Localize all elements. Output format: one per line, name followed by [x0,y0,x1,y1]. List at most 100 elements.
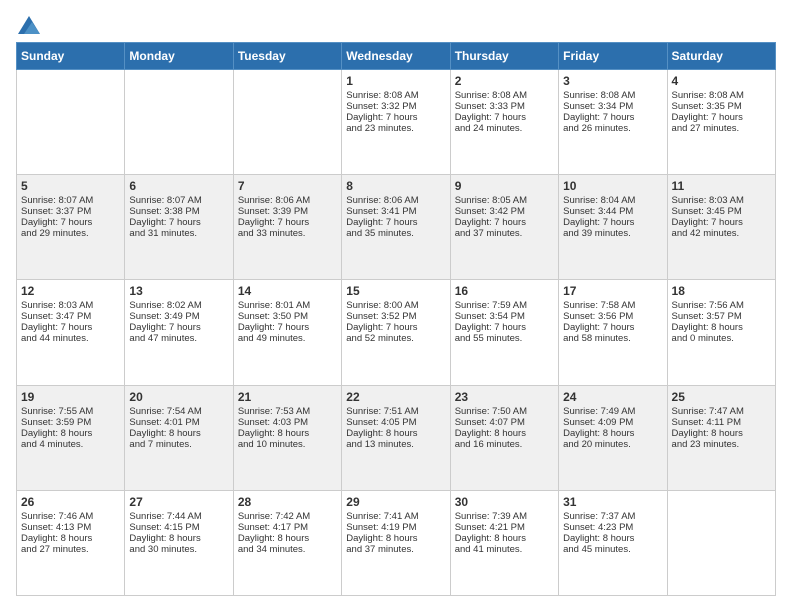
day-number: 14 [238,284,337,298]
day-info: Daylight: 8 hours [672,322,771,333]
day-info: Daylight: 7 hours [346,112,445,123]
day-info: Sunset: 4:03 PM [238,417,337,428]
day-info: Daylight: 8 hours [129,428,228,439]
day-info: Daylight: 7 hours [346,217,445,228]
calendar-cell [667,490,775,595]
calendar-cell: 5Sunrise: 8:07 AMSunset: 3:37 PMDaylight… [17,175,125,280]
day-number: 24 [563,390,662,404]
day-number: 15 [346,284,445,298]
calendar-cell: 17Sunrise: 7:58 AMSunset: 3:56 PMDayligh… [559,280,667,385]
day-info: Daylight: 7 hours [563,112,662,123]
day-info: Sunrise: 7:49 AM [563,406,662,417]
day-info: Daylight: 7 hours [455,217,554,228]
calendar-week-5: 26Sunrise: 7:46 AMSunset: 4:13 PMDayligh… [17,490,776,595]
day-info: and 52 minutes. [346,333,445,344]
day-info: and 10 minutes. [238,439,337,450]
day-info: Sunrise: 8:07 AM [129,195,228,206]
calendar-cell: 24 Sunrise: 7:49 AMSunset: 4:09 PMDayligh… [559,385,667,490]
calendar-cell [233,70,341,175]
day-number: 8 [346,179,445,193]
calendar-cell: 22Sunrise: 7:51 AMSunset: 4:05 PMDayligh… [342,385,450,490]
day-info: Sunset: 3:37 PM [21,206,120,217]
calendar-cell: 4Sunrise: 8:08 AMSunset: 3:35 PMDaylight… [667,70,775,175]
day-number: 20 [129,390,228,404]
day-info: and 23 minutes. [672,439,771,450]
calendar-cell: 15Sunrise: 8:00 AMSunset: 3:52 PMDayligh… [342,280,450,385]
day-number: 28 [238,495,337,509]
calendar-cell: 11Sunrise: 8:03 AMSunset: 3:45 PMDayligh… [667,175,775,280]
day-info: Sunrise: 7:51 AM [346,406,445,417]
day-info: Sunset: 4:13 PM [21,522,120,533]
day-info: Sunrise: 8:08 AM [672,90,771,101]
day-info: Sunset: 3:34 PM [563,101,662,112]
day-info: Daylight: 8 hours [455,428,554,439]
day-info: Sunrise: 8:06 AM [238,195,337,206]
day-number: 4 [672,74,771,88]
calendar-cell: 27Sunrise: 7:44 AMSunset: 4:15 PMDayligh… [125,490,233,595]
calendar-header-row: SundayMondayTuesdayWednesdayThursdayFrid… [17,43,776,70]
calendar-cell: 30Sunrise: 7:39 AMSunset: 4:21 PMDayligh… [450,490,558,595]
calendar-cell: 26Sunrise: 7:46 AMSunset: 4:13 PMDayligh… [17,490,125,595]
logo [16,16,40,32]
day-info: and 27 minutes. [21,544,120,555]
day-number: 30 [455,495,554,509]
day-number: 21 [238,390,337,404]
weekday-header-wednesday: Wednesday [342,43,450,70]
day-info: Sunrise: 8:06 AM [346,195,445,206]
day-info: Sunset: 4:05 PM [346,417,445,428]
day-number: 2 [455,74,554,88]
day-info: and 34 minutes. [238,544,337,555]
day-info: Daylight: 8 hours [129,533,228,544]
page: SundayMondayTuesdayWednesdayThursdayFrid… [0,0,792,612]
day-info: and 27 minutes. [672,123,771,134]
day-info: Sunset: 3:47 PM [21,311,120,322]
day-info: and 29 minutes. [21,228,120,239]
logo-icon [18,16,40,34]
day-info: and 44 minutes. [21,333,120,344]
day-info: and 42 minutes. [672,228,771,239]
day-info: Sunset: 3:38 PM [129,206,228,217]
day-info: Sunrise: 7:55 AM [21,406,120,417]
day-info: Sunrise: 7:44 AM [129,511,228,522]
day-number: 9 [455,179,554,193]
day-info: Sunset: 4:07 PM [455,417,554,428]
calendar-week-1: 1Sunrise: 8:08 AMSunset: 3:32 PMDaylight… [17,70,776,175]
day-info: and 35 minutes. [346,228,445,239]
day-info: Sunset: 3:33 PM [455,101,554,112]
day-info: and 7 minutes. [129,439,228,450]
day-info: Daylight: 7 hours [455,112,554,123]
calendar-cell [17,70,125,175]
day-info: Sunset: 3:35 PM [672,101,771,112]
day-number: 16 [455,284,554,298]
day-info: Sunset: 4:01 PM [129,417,228,428]
day-info: Sunrise: 7:50 AM [455,406,554,417]
calendar-week-3: 12Sunrise: 8:03 AMSunset: 3:47 PMDayligh… [17,280,776,385]
day-info: Sunrise: 8:02 AM [129,300,228,311]
day-info: and 0 minutes. [672,333,771,344]
day-info: Daylight: 8 hours [21,533,120,544]
calendar-cell: 10Sunrise: 8:04 AMSunset: 3:44 PMDayligh… [559,175,667,280]
day-number: 19 [21,390,120,404]
day-number: 7 [238,179,337,193]
day-info: Daylight: 7 hours [129,217,228,228]
day-info: Daylight: 8 hours [563,533,662,544]
day-info: Daylight: 8 hours [563,428,662,439]
day-info: Daylight: 8 hours [346,533,445,544]
weekday-header-monday: Monday [125,43,233,70]
day-info: and 23 minutes. [346,123,445,134]
day-info: Sunrise: 7:42 AM [238,511,337,522]
calendar-cell: 21Sunrise: 7:53 AMSunset: 4:03 PMDayligh… [233,385,341,490]
day-info: Sunrise: 8:08 AM [455,90,554,101]
day-info: Sunrise: 8:04 AM [563,195,662,206]
calendar-cell: 31Sunrise: 7:37 AMSunset: 4:23 PMDayligh… [559,490,667,595]
day-info: Sunset: 4:09 PM [563,417,662,428]
day-info: and 45 minutes. [563,544,662,555]
day-info: Daylight: 7 hours [21,322,120,333]
day-info: and 37 minutes. [346,544,445,555]
day-info: Sunrise: 7:59 AM [455,300,554,311]
calendar-cell: 3Sunrise: 8:08 AMSunset: 3:34 PMDaylight… [559,70,667,175]
calendar-cell: 25Sunrise: 7:47 AMSunset: 4:11 PMDayligh… [667,385,775,490]
day-info: Daylight: 7 hours [21,217,120,228]
day-info: Sunset: 3:59 PM [21,417,120,428]
day-number: 12 [21,284,120,298]
